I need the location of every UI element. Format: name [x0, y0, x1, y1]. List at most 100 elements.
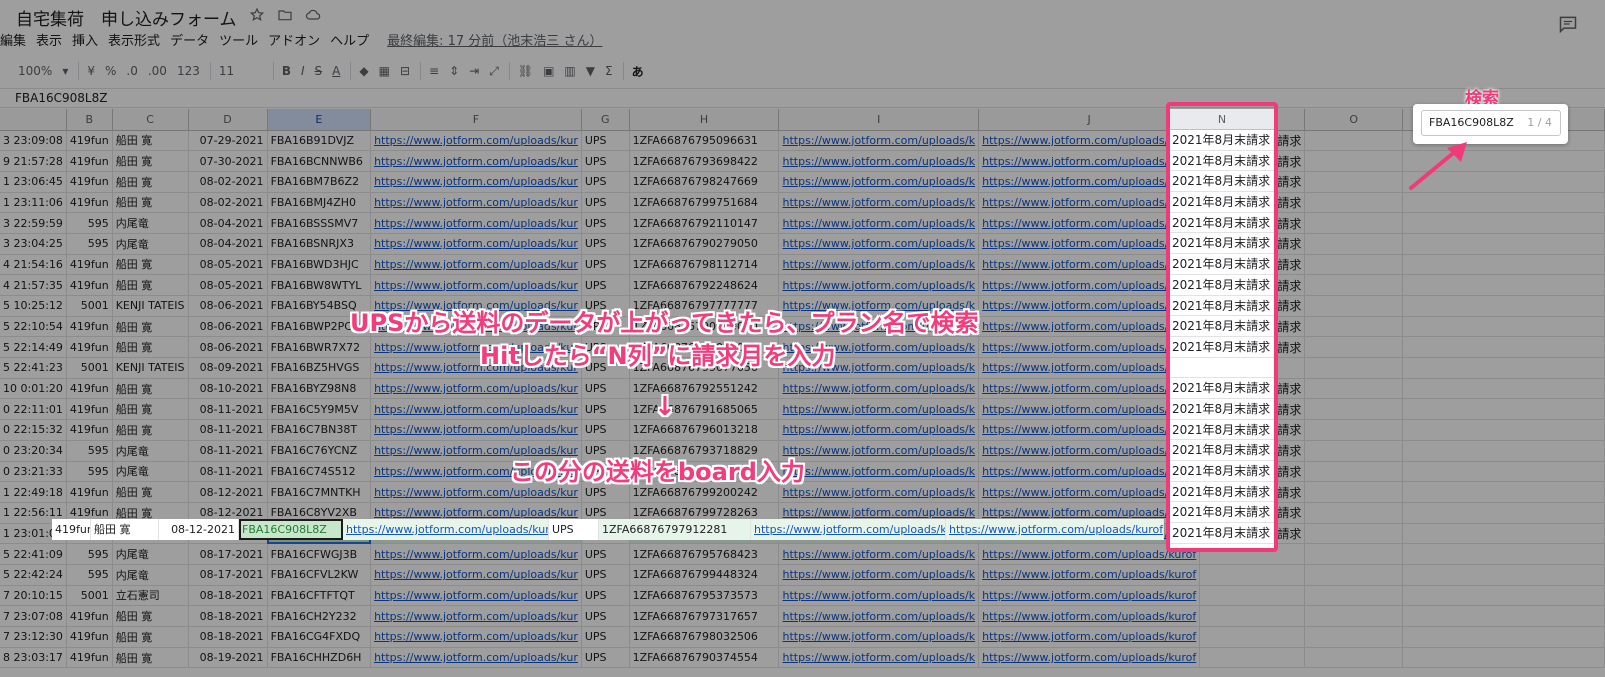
cell-blank[interactable] — [1402, 233, 1605, 255]
cell-a[interactable]: 7 23:07:08 — [0, 605, 67, 627]
menu-data[interactable]: データ — [170, 30, 209, 49]
document-title[interactable]: 自宅集荷 申し込みフォーム — [16, 5, 237, 30]
cell-c[interactable]: 船田 寛 — [112, 254, 189, 276]
cell-h[interactable]: 1ZFA66876799751684 — [629, 192, 780, 214]
cell-d[interactable]: 08-10-2021 — [188, 378, 268, 400]
column-header-b[interactable]: B — [66, 109, 113, 131]
cell-a[interactable]: 5 22:41:09 — [0, 543, 67, 565]
cell-c[interactable]: 船田 寛 — [112, 481, 189, 503]
cell-d[interactable]: 08-18-2021 — [188, 605, 268, 627]
cell-h[interactable]: 1ZFA66876795096631 — [629, 130, 780, 152]
cell-e[interactable]: FBA16BW8WTYL — [267, 274, 372, 296]
fill-color-icon[interactable]: ◆ — [359, 64, 368, 78]
cell-c[interactable]: KENJI TATEIS — [112, 295, 189, 317]
cell-b[interactable]: 5001 — [66, 295, 113, 317]
menu-view[interactable]: 表示 — [36, 30, 62, 49]
cell-h[interactable]: 1ZFA66876795768423 — [629, 543, 780, 565]
cell-e[interactable]: FBA16CFWGJ3B — [267, 543, 372, 565]
cell-i[interactable]: https://www.jotform.com/uploads/k — [778, 419, 980, 441]
cell-b[interactable]: 419fun — [66, 647, 113, 669]
cell-g[interactable]: UPS — [581, 647, 630, 669]
cell-d[interactable]: 08-06-2021 — [188, 295, 268, 317]
cell-e[interactable]: FBA16C7MNTKH — [267, 481, 372, 503]
cell-h[interactable]: 1ZFA66876790279050 — [629, 233, 780, 255]
cell-e[interactable]: FBA16C74S512 — [267, 461, 372, 483]
cell-d[interactable]: 08-18-2021 — [188, 626, 268, 648]
cell-a[interactable]: 9 21:57:28 — [0, 150, 67, 172]
cell-e[interactable]: FBA16BM7B6Z2 — [267, 171, 372, 193]
borders-icon[interactable]: ▦ — [379, 64, 390, 78]
cell-a[interactable]: 1 22:49:18 — [0, 481, 67, 503]
active-cell-g[interactable]: UPS — [549, 519, 599, 540]
cell-d[interactable]: 08-09-2021 — [188, 357, 268, 379]
active-cell-b[interactable]: 419fun — [52, 519, 91, 540]
currency-button[interactable]: ¥ — [87, 64, 95, 78]
cell-d[interactable]: 08-18-2021 — [188, 585, 268, 607]
cell-e[interactable]: FBA16C7BN38T — [267, 419, 372, 441]
cell-d[interactable]: 08-17-2021 — [188, 543, 268, 565]
cell-blank[interactable] — [1402, 647, 1605, 669]
cell-e[interactable]: FBA16BWR7X72 — [267, 336, 372, 359]
cell-i[interactable]: https://www.jotform.com/uploads/k — [778, 192, 980, 214]
text-rotate-icon[interactable]: ⤢ — [489, 64, 499, 79]
cell-b[interactable]: 595 — [66, 543, 113, 565]
active-cell-d[interactable]: 08-12-2021 — [159, 519, 239, 540]
active-cell-j[interactable]: https://www.jotform.com/uploads/kurof — [946, 519, 1164, 540]
cell-g[interactable]: UPS — [581, 378, 630, 400]
insert-chart-icon[interactable]: ▥ — [564, 64, 575, 78]
input-tools-button[interactable]: あ — [632, 63, 644, 80]
cell-d[interactable]: 08-02-2021 — [188, 171, 268, 193]
cell-h[interactable]: 1ZFA66876797317657 — [629, 605, 780, 627]
cell-o[interactable] — [1304, 440, 1404, 462]
cell-o[interactable] — [1304, 378, 1404, 400]
cell-c[interactable]: 内尾竜 — [112, 461, 189, 483]
cell-b[interactable]: 595 — [66, 212, 113, 234]
cell-e[interactable]: FBA16BWD3HJC — [267, 254, 372, 276]
cell-b[interactable]: 419fun — [66, 192, 113, 214]
cell-b[interactable]: 5001 — [66, 585, 113, 607]
cell-d[interactable]: 08-04-2021 — [188, 212, 268, 234]
cell-o[interactable] — [1304, 254, 1404, 276]
cell-o[interactable] — [1304, 647, 1404, 669]
cell-c[interactable]: 船田 寛 — [112, 274, 189, 296]
cell-h[interactable]: 1ZFA66876792551242 — [629, 378, 780, 400]
cell-b[interactable]: 595 — [66, 233, 113, 255]
menu-edit[interactable]: 編集 — [0, 30, 26, 49]
cell-i[interactable]: https://www.jotform.com/uploads/k — [778, 543, 980, 565]
cell-i[interactable]: https://www.jotform.com/uploads/k — [778, 585, 980, 607]
cell-h[interactable]: 1ZFA66876799448324 — [629, 564, 780, 586]
bold-button[interactable]: B — [282, 64, 291, 78]
cell-i[interactable]: https://www.jotform.com/uploads/k — [778, 461, 980, 483]
cell-b[interactable]: 5001 — [66, 357, 113, 379]
cell-n[interactable] — [1199, 647, 1306, 669]
cell-d[interactable]: 08-11-2021 — [188, 398, 268, 421]
cell-blank[interactable] — [1402, 192, 1605, 214]
active-cell-c[interactable]: 船田 寛 — [91, 519, 159, 540]
cell-o[interactable] — [1304, 336, 1404, 359]
number-format-button[interactable]: 123 — [177, 64, 200, 78]
cell-f[interactable]: https://www.jotform.com/uploads/kur — [370, 564, 582, 586]
cell-o[interactable] — [1304, 192, 1404, 214]
cell-g[interactable]: UPS — [581, 150, 630, 172]
active-cell-f[interactable]: https://www.jotform.com/uploads/kur — [343, 519, 549, 540]
cell-c[interactable]: 船田 寛 — [112, 626, 189, 648]
cell-blank[interactable] — [1402, 543, 1605, 565]
menu-insert[interactable]: 挿入 — [72, 30, 98, 49]
cell-a[interactable]: 3 22:59:59 — [0, 212, 67, 234]
cell-a[interactable]: 10 0:01:20 — [0, 378, 67, 400]
cell-blank[interactable] — [1402, 378, 1605, 400]
cell-c[interactable]: 船田 寛 — [112, 419, 189, 441]
cell-c[interactable]: 船田 寛 — [112, 647, 189, 669]
cell-n[interactable] — [1199, 585, 1306, 607]
cell-c[interactable]: KENJI TATEIS — [112, 357, 189, 379]
cell-f[interactable]: https://www.jotform.com/uploads/kur — [370, 626, 582, 648]
cell-o[interactable] — [1304, 316, 1404, 338]
cell-c[interactable]: 船田 寛 — [112, 336, 189, 359]
cell-h[interactable]: 1ZFA66876796013218 — [629, 419, 780, 441]
cloud-status-icon[interactable] — [304, 6, 322, 24]
cell-g[interactable]: UPS — [581, 585, 630, 607]
cell-g[interactable]: UPS — [581, 254, 630, 276]
formula-bar[interactable]: FBA16C908L8Z — [0, 88, 1605, 108]
cell-a[interactable]: 5 22:41:23 — [0, 357, 67, 379]
cell-i[interactable]: https://www.jotform.com/uploads/k — [778, 440, 980, 462]
